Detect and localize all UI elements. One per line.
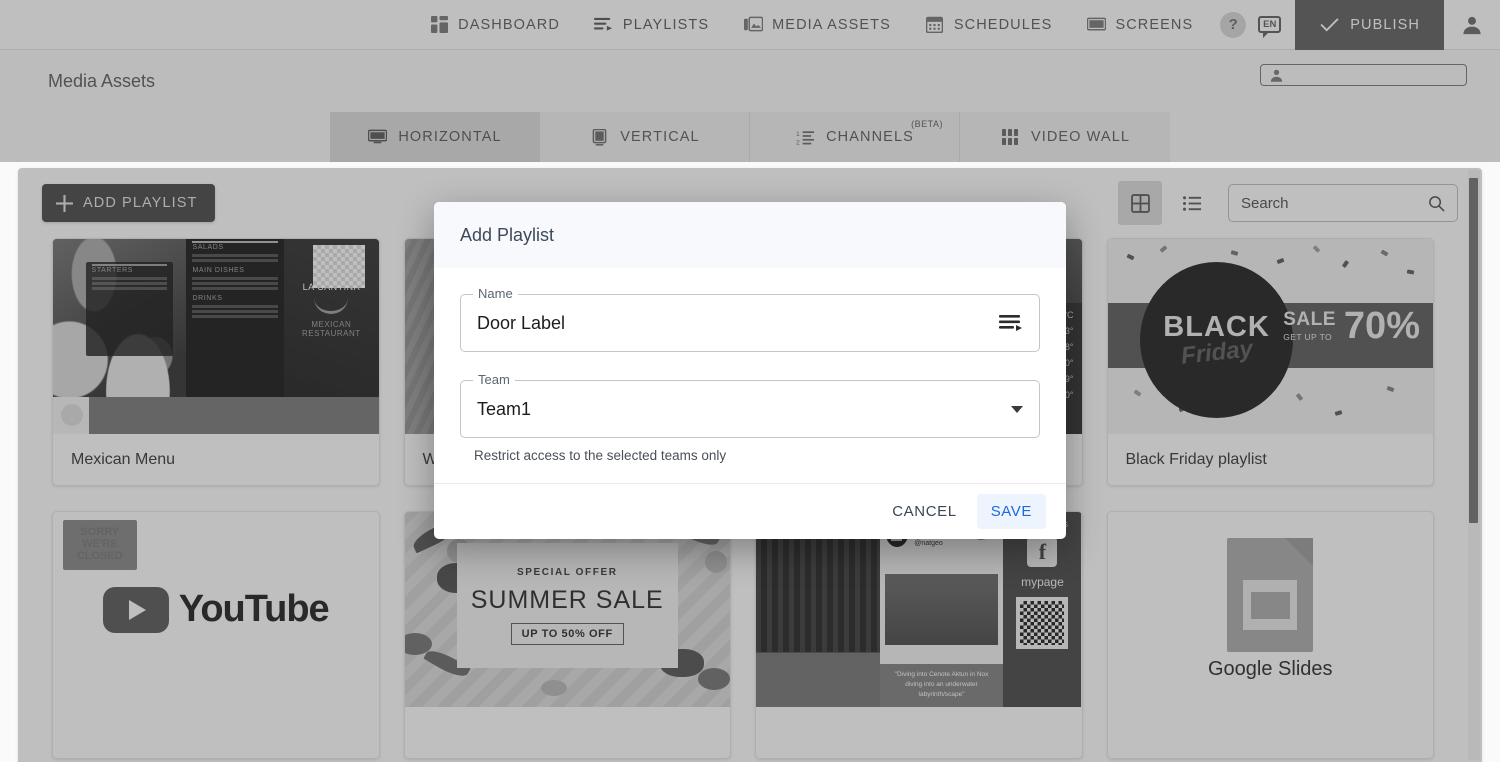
- add-playlist-dialog-overlay: Add Playlist Name Door Label Team Team1: [0, 0, 1500, 762]
- name-field-value: Door Label: [477, 312, 566, 333]
- name-field[interactable]: Name Door Label: [460, 286, 1040, 352]
- chevron-down-icon: [1011, 405, 1023, 413]
- add-playlist-dialog: Add Playlist Name Door Label Team Team1: [434, 202, 1066, 539]
- dialog-title: Add Playlist: [434, 202, 1066, 268]
- playlist-icon: [999, 313, 1023, 333]
- team-field-label: Team: [473, 372, 515, 387]
- name-field-label: Name: [473, 286, 518, 301]
- dialog-body: Name Door Label Team Team1 Restrict acce…: [434, 268, 1066, 483]
- team-field[interactable]: Team Team1: [460, 372, 1040, 438]
- save-button[interactable]: SAVE: [976, 494, 1046, 529]
- cancel-button[interactable]: CANCEL: [878, 494, 970, 529]
- team-helper-text: Restrict access to the selected teams on…: [474, 448, 727, 463]
- team-field-value: Team1: [477, 398, 532, 419]
- dialog-footer: CANCEL SAVE: [434, 483, 1066, 539]
